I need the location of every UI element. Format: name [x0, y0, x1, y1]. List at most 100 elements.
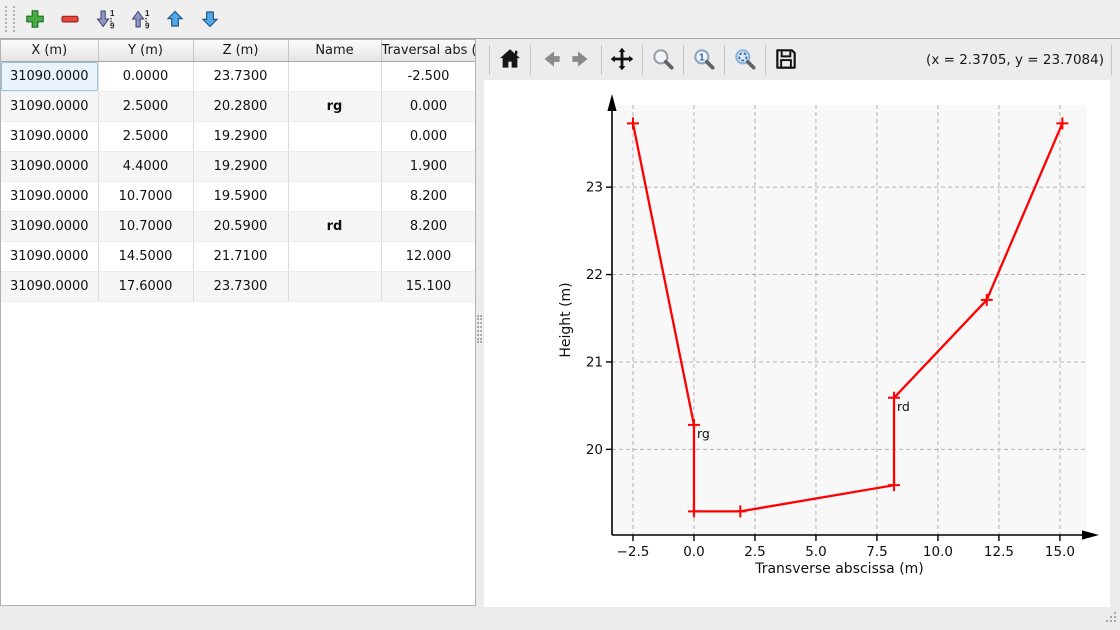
table-row: 31090.00002.500019.2900 0.000	[1, 122, 476, 152]
point-label: rd	[897, 399, 910, 414]
cross-section-chart[interactable]: −2.50.02.55.07.510.012.515.020212223Tran…	[484, 80, 1110, 607]
back-button[interactable]	[536, 44, 566, 76]
table-row: 31090.00000.000023.7300 -2.500	[1, 62, 476, 92]
column-header-x[interactable]: X (m)	[1, 40, 98, 62]
point-label: rg	[697, 426, 710, 441]
remove-row-button[interactable]	[55, 4, 85, 34]
table-cell-name[interactable]	[288, 182, 381, 212]
table-cell-z[interactable]: 19.5900	[193, 182, 288, 212]
separator	[489, 45, 490, 75]
column-header-name[interactable]: Name	[288, 40, 381, 62]
plus-icon	[24, 8, 46, 30]
table-cell-x[interactable]: 31090.0000	[1, 62, 98, 92]
separator	[724, 45, 725, 75]
table-cell-x[interactable]: 31090.0000	[1, 92, 98, 122]
sort-ascending-button[interactable]: 1 9	[90, 4, 120, 34]
table-header-row: X (m)Y (m)Z (m)NameTraversal abs (m)	[1, 40, 476, 62]
table-cell-y[interactable]: 4.4000	[98, 152, 193, 182]
svg-text:1: 1	[145, 9, 150, 18]
sort-down-1-9-icon: 1 9	[94, 8, 116, 30]
panel-splitter[interactable]	[476, 39, 484, 607]
y-tick-label: 22	[586, 267, 603, 283]
table-cell-z[interactable]: 23.7300	[193, 272, 288, 302]
separator	[530, 45, 531, 75]
table-cell-abs[interactable]: -2.500	[381, 62, 476, 92]
table-cell-x[interactable]: 31090.0000	[1, 272, 98, 302]
table-cell-name[interactable]	[288, 122, 381, 152]
zoom-button[interactable]	[648, 44, 678, 76]
table-cell-y[interactable]: 2.5000	[98, 122, 193, 152]
y-axis-arrow-icon	[607, 94, 616, 111]
table-cell-name[interactable]	[288, 152, 381, 182]
table-cell-abs[interactable]: 12.000	[381, 242, 476, 272]
table-cell-abs[interactable]: 15.100	[381, 272, 476, 302]
table-cell-z[interactable]: 20.2800	[193, 92, 288, 122]
table-cell-y[interactable]: 14.5000	[98, 242, 193, 272]
arrow-up-icon	[165, 9, 185, 29]
table-cell-x[interactable]: 31090.0000	[1, 152, 98, 182]
app-window: 1 9 1 9 X (m)Y (m)Z	[0, 0, 1120, 630]
y-tick-label: 20	[586, 442, 603, 458]
table-cell-name[interactable]: rd	[288, 212, 381, 242]
x-tick-label: 10.0	[923, 544, 953, 560]
table-row: 31090.000017.600023.7300 15.100	[1, 272, 476, 302]
x-tick-label: 5.0	[805, 544, 826, 560]
x-axis-arrow-icon	[1082, 530, 1099, 539]
table-cell-z[interactable]: 19.2900	[193, 152, 288, 182]
separator	[765, 45, 766, 75]
arrow-right-icon	[568, 46, 594, 75]
table-cell-x[interactable]: 31090.0000	[1, 212, 98, 242]
x-axis-label: Transverse abscissa (m)	[754, 561, 924, 577]
forward-button[interactable]	[566, 44, 596, 76]
cursor-coordinates: (x = 2.3705, y = 23.7084)	[926, 40, 1104, 80]
svg-text:1: 1	[699, 52, 705, 63]
table-cell-name[interactable]: rg	[288, 92, 381, 122]
sort-descending-button[interactable]: 1 9	[125, 4, 155, 34]
arrow-down-icon	[200, 9, 220, 29]
toolbar-drag-handle[interactable]	[5, 6, 15, 32]
table-cell-y[interactable]: 10.7000	[98, 212, 193, 242]
move-row-down-button[interactable]	[195, 4, 225, 34]
magnifier-icon	[650, 46, 676, 75]
x-tick-label: −2.5	[617, 544, 650, 560]
minus-icon	[59, 8, 81, 30]
column-header-y[interactable]: Y (m)	[98, 40, 193, 62]
resize-grip-icon[interactable]	[1103, 609, 1118, 628]
home-button[interactable]	[495, 44, 525, 76]
table-row: 31090.00004.400019.2900 1.900	[1, 152, 476, 182]
table-row: 31090.00002.500020.2800rg0.000	[1, 92, 476, 122]
zoom-fit-button[interactable]	[730, 44, 760, 76]
table-cell-name[interactable]	[288, 62, 381, 92]
cross-section-plot-panel[interactable]: −2.50.02.55.07.510.012.515.020212223Tran…	[484, 80, 1110, 607]
table-cell-z[interactable]: 19.2900	[193, 122, 288, 152]
pan-button[interactable]	[607, 44, 637, 76]
table-cell-y[interactable]: 0.0000	[98, 62, 193, 92]
table-cell-z[interactable]: 20.5900	[193, 212, 288, 242]
table-cell-y[interactable]: 17.6000	[98, 272, 193, 302]
magnifier-fit-icon	[732, 46, 758, 75]
table-cell-z[interactable]: 21.7100	[193, 242, 288, 272]
sort-up-1-9-icon: 1 9	[129, 8, 151, 30]
table-row: 31090.000014.500021.7100 12.000	[1, 242, 476, 272]
table-cell-name[interactable]	[288, 242, 381, 272]
move-row-up-button[interactable]	[160, 4, 190, 34]
table-cell-abs[interactable]: 8.200	[381, 182, 476, 212]
table-cell-abs[interactable]: 0.000	[381, 92, 476, 122]
table-cell-x[interactable]: 31090.0000	[1, 122, 98, 152]
table-cell-x[interactable]: 31090.0000	[1, 182, 98, 212]
table-cell-name[interactable]	[288, 272, 381, 302]
column-header-abs[interactable]: Traversal abs (m)	[381, 40, 476, 62]
zoom-one-button[interactable]: 1	[689, 44, 719, 76]
y-tick-label: 21	[586, 354, 603, 370]
table-cell-y[interactable]: 2.5000	[98, 92, 193, 122]
add-row-button[interactable]	[20, 4, 50, 34]
table-cell-z[interactable]: 23.7300	[193, 62, 288, 92]
table-cell-abs[interactable]: 1.900	[381, 152, 476, 182]
table-cell-y[interactable]: 10.7000	[98, 182, 193, 212]
table-cell-x[interactable]: 31090.0000	[1, 242, 98, 272]
splitter-handle-icon[interactable]	[477, 315, 482, 343]
save-figure-button[interactable]	[771, 44, 801, 76]
table-cell-abs[interactable]: 0.000	[381, 122, 476, 152]
column-header-z[interactable]: Z (m)	[193, 40, 288, 62]
table-cell-abs[interactable]: 8.200	[381, 212, 476, 242]
